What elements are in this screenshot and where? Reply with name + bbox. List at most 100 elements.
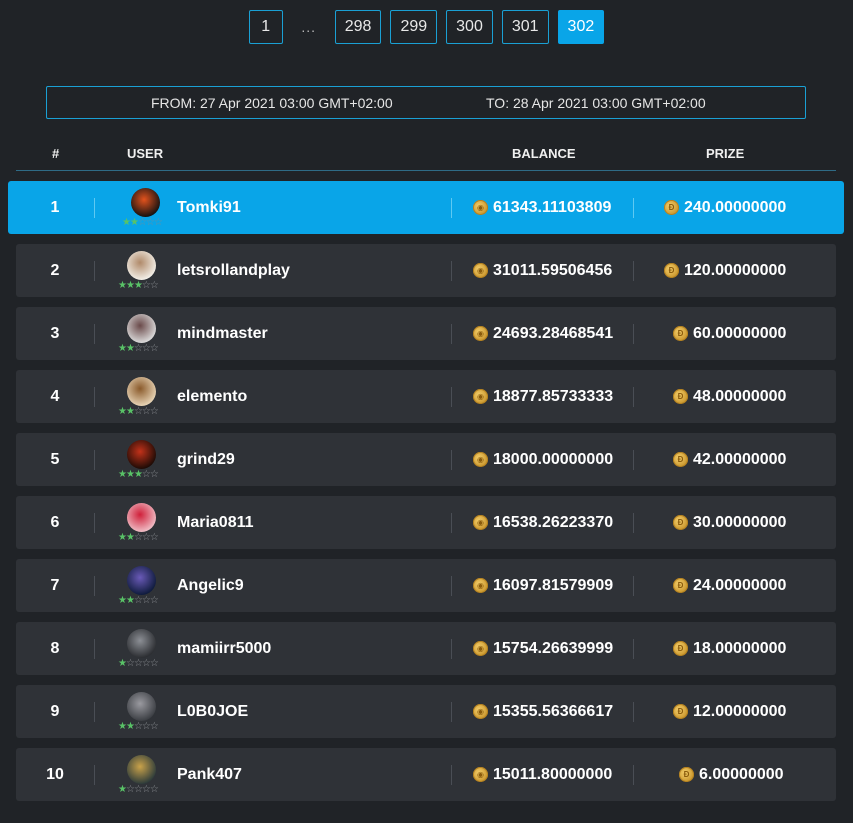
avatar[interactable] bbox=[127, 503, 156, 532]
balance-value: 15754.26639999 bbox=[493, 639, 614, 657]
divider bbox=[633, 702, 634, 722]
avatar[interactable] bbox=[127, 629, 156, 658]
username[interactable]: Angelic9 bbox=[177, 559, 244, 612]
table-row[interactable]: 6 ★★☆☆☆ Maria0811 ◉ 16538.26223370 Ð 30.… bbox=[16, 496, 836, 549]
rating-stars: ★★☆☆☆ bbox=[118, 406, 159, 417]
avatar[interactable] bbox=[127, 566, 156, 595]
balance-value: 15355.56366617 bbox=[493, 702, 614, 720]
rating-stars: ★☆☆☆☆ bbox=[118, 784, 159, 795]
table-row[interactable]: 10 ★☆☆☆☆ Pank407 ◉ 15011.80000000 Ð 6.00… bbox=[16, 748, 836, 801]
rank-cell: 3 bbox=[50, 324, 60, 342]
page-button-300[interactable]: 300 bbox=[446, 10, 493, 44]
balance-cell: ◉ 18000.00000000 bbox=[473, 433, 613, 486]
avatar[interactable] bbox=[127, 755, 156, 784]
balance-value: 16097.81579909 bbox=[493, 576, 614, 594]
username[interactable]: Pank407 bbox=[177, 748, 242, 801]
table-row[interactable]: 2 ★★★☆☆ letsrollandplay ◉ 31011.59506456… bbox=[16, 244, 836, 297]
divider bbox=[94, 387, 95, 407]
table-row[interactable]: 4 ★★☆☆☆ elemento ◉ 18877.85733333 Ð 48.0… bbox=[16, 370, 836, 423]
star-empty-icon: ☆ bbox=[133, 406, 143, 417]
star-empty-icon: ☆ bbox=[141, 784, 151, 795]
rank-cell: 10 bbox=[46, 765, 64, 783]
pagination: 1 ... 298 299 300 301 302 bbox=[0, 10, 853, 44]
balance-cell: ◉ 24693.28468541 bbox=[473, 307, 613, 360]
balance-value: 16538.26223370 bbox=[493, 513, 614, 531]
avatar[interactable] bbox=[127, 692, 156, 721]
divider bbox=[633, 198, 634, 218]
divider bbox=[633, 639, 634, 659]
divider bbox=[451, 576, 452, 596]
dogecoin-icon: Ð bbox=[673, 452, 688, 467]
star-empty-icon: ☆ bbox=[141, 406, 151, 417]
balance-cell: ◉ 31011.59506456 bbox=[473, 244, 612, 297]
prize-value: 30.00000000 bbox=[693, 513, 787, 531]
divider bbox=[94, 261, 95, 281]
username[interactable]: mamiirr5000 bbox=[177, 622, 271, 675]
rating-stars: ★★☆☆☆ bbox=[118, 532, 159, 543]
avatar[interactable] bbox=[127, 314, 156, 343]
balance-value: 15011.80000000 bbox=[493, 765, 613, 783]
page-button-299[interactable]: 299 bbox=[390, 10, 438, 44]
gold-coin-icon: ◉ bbox=[473, 641, 488, 656]
star-empty-icon: ☆ bbox=[141, 280, 151, 291]
rating-stars: ★★★☆☆ bbox=[118, 470, 159, 480]
username[interactable]: L0B0JOE bbox=[177, 685, 248, 738]
star-empty-icon: ☆ bbox=[149, 532, 159, 543]
divider bbox=[94, 198, 95, 218]
gold-coin-icon: ◉ bbox=[473, 452, 488, 467]
avatar[interactable] bbox=[127, 440, 156, 469]
page-button-301[interactable]: 301 bbox=[501, 10, 549, 44]
star-empty-icon: ☆ bbox=[133, 658, 143, 669]
star-empty-icon: ☆ bbox=[149, 595, 159, 606]
avatar[interactable] bbox=[131, 188, 160, 217]
star-filled-icon: ★ bbox=[129, 217, 139, 228]
divider bbox=[451, 702, 452, 722]
star-empty-icon: ☆ bbox=[133, 721, 143, 732]
divider bbox=[94, 765, 95, 785]
table-row[interactable]: 5 ★★★☆☆ grind29 ◉ 18000.00000000 Ð 42.00… bbox=[16, 433, 836, 486]
table-row[interactable]: 1 ★★☆☆☆ Tomki91 ◉ 61343.11103809 Ð 240.0… bbox=[8, 181, 844, 234]
star-filled-icon: ★ bbox=[122, 217, 131, 228]
star-empty-icon: ☆ bbox=[141, 721, 151, 732]
prize-value: 120.00000000 bbox=[684, 261, 787, 279]
star-filled-icon: ★ bbox=[118, 658, 127, 669]
balance-value: 31011.59506456 bbox=[493, 261, 613, 279]
page-button-302-active[interactable]: 302 bbox=[557, 10, 605, 44]
star-filled-icon: ★ bbox=[133, 280, 143, 291]
page-button-1[interactable]: 1 bbox=[248, 10, 283, 44]
username[interactable]: mindmaster bbox=[177, 307, 268, 360]
prize-cell: Ð 18.00000000 bbox=[673, 622, 786, 675]
balance-value: 18877.85733333 bbox=[493, 387, 614, 405]
star-filled-icon: ★ bbox=[125, 595, 135, 606]
divider bbox=[94, 576, 95, 596]
table-row[interactable]: 3 ★★☆☆☆ mindmaster ◉ 24693.28468541 Ð 60… bbox=[16, 307, 836, 360]
avatar[interactable] bbox=[127, 377, 156, 406]
rank-cell: 1 bbox=[50, 198, 60, 216]
prize-value: 48.00000000 bbox=[693, 387, 787, 405]
star-empty-icon: ☆ bbox=[133, 532, 143, 543]
prize-cell: Ð 12.00000000 bbox=[673, 685, 786, 738]
prize-cell: Ð 42.00000000 bbox=[673, 433, 786, 486]
divider bbox=[94, 450, 95, 470]
star-filled-icon: ★ bbox=[118, 784, 127, 795]
table-row[interactable]: 8 ★☆☆☆☆ mamiirr5000 ◉ 15754.26639999 Ð 1… bbox=[16, 622, 836, 675]
username[interactable]: Maria0811 bbox=[177, 496, 254, 549]
balance-value: 18000.00000000 bbox=[493, 450, 614, 468]
dogecoin-icon: Ð bbox=[673, 704, 688, 719]
divider bbox=[451, 387, 452, 407]
table-row[interactable]: 9 ★★☆☆☆ L0B0JOE ◉ 15355.56366617 Ð 12.00… bbox=[16, 685, 836, 738]
username[interactable]: Tomki91 bbox=[177, 181, 241, 234]
divider bbox=[94, 639, 95, 659]
rating-stars: ★☆☆☆☆ bbox=[118, 658, 159, 669]
avatar[interactable] bbox=[127, 251, 156, 280]
table-row[interactable]: 7 ★★☆☆☆ Angelic9 ◉ 16097.81579909 Ð 24.0… bbox=[16, 559, 836, 612]
star-filled-icon: ★ bbox=[118, 595, 127, 606]
rating-stars: ★★☆☆☆ bbox=[122, 217, 163, 228]
rating-stars: ★★☆☆☆ bbox=[118, 595, 159, 606]
username[interactable]: grind29 bbox=[177, 433, 235, 486]
username[interactable]: letsrollandplay bbox=[177, 244, 290, 297]
page-button-298[interactable]: 298 bbox=[334, 10, 382, 44]
username[interactable]: elemento bbox=[177, 370, 247, 423]
star-filled-icon: ★ bbox=[118, 280, 127, 291]
star-empty-icon: ☆ bbox=[133, 595, 143, 606]
